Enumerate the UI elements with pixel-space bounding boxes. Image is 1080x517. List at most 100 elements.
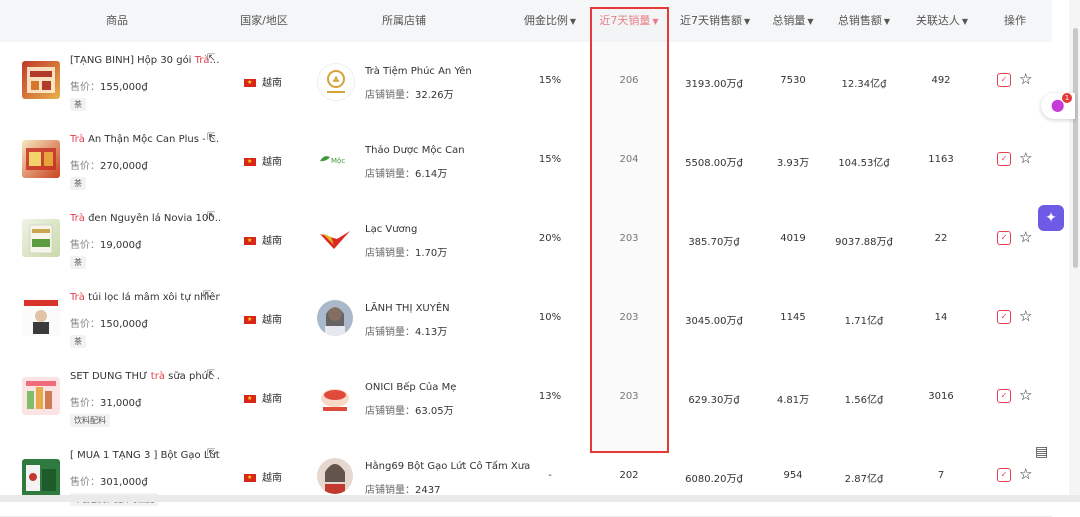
star-icon[interactable]: ☆ [1019,228,1032,246]
add-icon[interactable]: ✓ [997,310,1011,324]
sales-7d: 203 [619,312,639,323]
store-sales: 店铺销量：1.70万 [365,248,448,259]
product-image[interactable] [22,219,60,257]
external-link-icon[interactable]: ⇱ [207,53,215,64]
sales-7d: 204 [619,154,639,165]
total-revenue: 1.56亿₫ [844,395,884,406]
add-icon[interactable]: ✓ [997,73,1011,87]
total-revenue: 104.53亿₫ [838,158,890,169]
store-name[interactable]: Hằng69 Bột Gạo Lứt Cô Tấm Xưa [365,461,530,472]
product-price: 售价：155,000₫ [70,82,148,93]
sort-arrow-icon: ▼ [652,17,659,26]
product-price: 售价：301,000₫ [70,477,148,488]
vietnam-flag-icon [244,157,256,167]
store-sales: 店铺销量：6.14万 [365,169,448,180]
sort-arrow-icon: ▼ [744,17,751,26]
product-name[interactable]: Trà túi lọc lá mâm xôi tự nhiên [70,292,220,303]
category-tag: 茶 [70,177,86,190]
store-name[interactable]: Trà Tiệm Phúc An Yên [365,66,472,77]
sort-arrow-icon: ▼ [569,17,577,26]
store-sales: 店铺销量：2437 [365,485,441,496]
revenue-7d: 3193.00万₫ [685,79,743,90]
table-row[interactable]: [TẶNG BÌNH] Hộp 30 gói Trà… ⇱ 售价：155,000… [0,42,1052,122]
store-name[interactable]: ONICI Bếp Của Mẹ [365,382,456,393]
table-row[interactable]: Trà túi lọc lá mâm xôi tự nhiên ⇱ 售价：150… [0,279,1052,359]
table-row[interactable]: Trà đen Nguyên lá Novia 100… ⇱ 售价：19,000… [0,200,1052,280]
star-icon[interactable]: ☆ [1019,386,1032,404]
product-name[interactable]: [ MUA 1 TẶNG 3 ] Bột Gạo Lứt… [70,450,220,461]
col-store: 所属店铺 [382,14,426,27]
external-link-icon[interactable]: ⇱ [207,448,215,459]
add-icon[interactable]: ✓ [997,152,1011,166]
store-name[interactable]: Thảo Dược Mộc Can [365,145,465,156]
store-name[interactable]: LÃNH THỊ XUYÊN [365,303,450,314]
product-price: 售价：150,000₫ [70,319,148,330]
product-name[interactable]: Trà đen Nguyên lá Novia 100… [70,213,220,224]
commission: - [548,470,552,481]
product-name[interactable]: [TẶNG BÌNH] Hộp 30 gói Trà… [70,55,220,66]
table-row[interactable]: SET DÙNG THỬ trà sữa phúc … ⇱ 售价：31,000₫… [0,358,1052,438]
external-link-icon[interactable]: ⇱ [207,132,215,143]
store-name[interactable]: Lạc Vương [365,224,417,235]
store-logo[interactable]: Mộc [317,142,353,178]
col-influencers-sort[interactable]: 关联达人 ▼ [914,0,970,42]
sales-7d: 203 [619,391,639,402]
total-sales: 3.93万 [776,158,810,169]
document-icon[interactable]: ▤ [1035,444,1048,460]
assistant-icon[interactable]: ✦ [1038,205,1064,231]
store-logo[interactable]: ♣ [317,63,355,101]
product-price: 售价：19,000₫ [70,240,142,251]
external-link-icon[interactable]: ⇱ [207,211,215,222]
store-logo[interactable] [317,379,353,415]
table-row[interactable]: Trà An Thận Mộc Can Plus - C… ⇱ 售价：270,0… [0,121,1052,201]
category-tag: 茶 [70,256,86,269]
star-icon[interactable]: ☆ [1019,70,1032,88]
total-revenue: 2.87亿₫ [844,474,884,485]
col-actions: 操作 [1004,14,1026,27]
vietnam-flag-icon [244,236,256,246]
floating-pin-button[interactable]: ⬤ 1 [1041,93,1075,119]
influencers: 3016 [928,391,954,402]
star-icon[interactable]: ☆ [1019,307,1032,325]
store-logo[interactable] [317,300,353,336]
sales-7d: 206 [619,75,639,86]
scrollbar-thumb[interactable] [1073,28,1078,268]
country: 越南 [244,311,282,326]
external-link-icon[interactable]: ⇱ [207,369,215,380]
add-icon[interactable]: ✓ [997,389,1011,403]
product-image[interactable] [22,61,60,99]
store-logo[interactable] [317,221,353,257]
star-icon[interactable]: ☆ [1019,465,1032,483]
influencers: 22 [934,233,948,244]
col-total-sales-sort[interactable]: 总销量 ▼ [770,0,816,42]
product-image[interactable] [22,459,60,497]
commission: 10% [538,312,562,323]
add-icon[interactable]: ✓ [997,468,1011,482]
total-sales: 1145 [780,312,806,323]
horizontal-scrollbar[interactable] [0,495,1080,502]
col-country: 国家/地区 [240,14,288,27]
col-sales7d-sort[interactable]: 近7天销量 ▼ [596,0,662,42]
total-sales: 7530 [780,75,806,86]
product-name[interactable]: SET DÙNG THỬ trà sữa phúc … [70,371,220,382]
external-link-icon[interactable]: ⇱ [203,290,211,301]
table-row[interactable]: [ MUA 1 TẶNG 3 ] Bột Gạo Lứt… ⇱ 售价：301,0… [0,437,1052,517]
country: 越南 [244,232,282,247]
store-logo[interactable] [317,458,353,494]
add-icon[interactable]: ✓ [997,231,1011,245]
product-name[interactable]: Trà An Thận Mộc Can Plus - C… [70,134,220,145]
col-product: 商品 [106,14,128,27]
product-image[interactable] [22,140,60,178]
col-revenue7d-sort[interactable]: 近7天销售额 ▼ [680,0,750,42]
col-total-revenue-sort[interactable]: 总销售额 ▼ [836,0,892,42]
store-sales: 店铺销量：4.13万 [365,327,448,338]
col-commission-sort[interactable]: 佣金比例 ▼ [520,0,580,42]
star-icon[interactable]: ☆ [1019,149,1032,167]
sales-7d: 203 [619,233,639,244]
product-image[interactable] [22,298,60,336]
commission: 15% [538,154,562,165]
revenue-7d: 5508.00万₫ [685,158,743,169]
product-image[interactable] [22,377,60,415]
country: 越南 [244,390,282,405]
total-revenue: 9037.88万₫ [835,237,893,248]
